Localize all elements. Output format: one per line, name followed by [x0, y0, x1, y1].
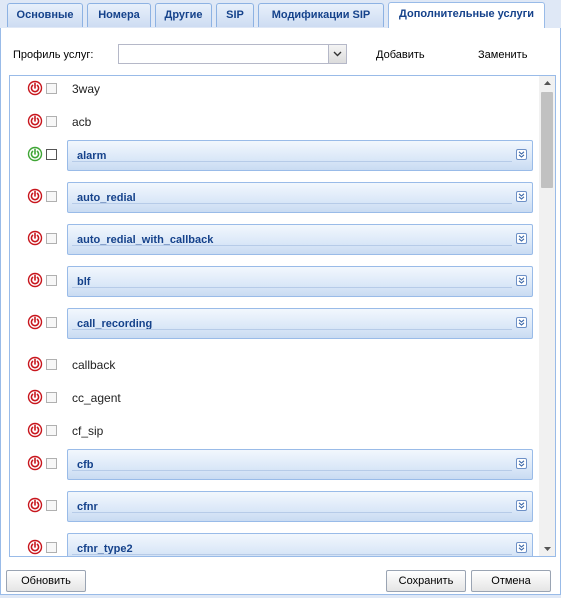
service-row-blf: blf [10, 266, 538, 312]
service-checkbox[interactable] [46, 116, 57, 127]
tab-strip: Основные Номера Другие SIP Модификации S… [0, 0, 561, 29]
power-icon[interactable] [27, 356, 43, 372]
replace-button[interactable]: Заменить [478, 49, 527, 61]
profile-toolbar: Профиль услуг: Добавить Заменить [1, 28, 560, 74]
service-group-header[interactable]: auto_redial [67, 182, 533, 213]
service-row-3way: 3way [10, 78, 538, 111]
profile-combo[interactable] [118, 44, 347, 64]
service-row-auto_redial_with_callback: auto_redial_with_callback [10, 224, 538, 270]
scroll-up-icon[interactable] [539, 76, 555, 90]
power-icon[interactable] [27, 539, 43, 555]
services-list: 3way acb alarm auto_redial auto_redial_with_… [9, 75, 556, 557]
group-divider [72, 287, 512, 288]
service-group-header[interactable]: cfb [67, 449, 533, 480]
service-group-header[interactable]: cfnr [67, 491, 533, 522]
refresh-button[interactable]: Обновить [6, 570, 86, 592]
group-divider [72, 203, 512, 204]
add-button[interactable]: Добавить [376, 49, 425, 61]
tab-basic[interactable]: Основные [7, 3, 83, 27]
expand-icon[interactable] [516, 458, 527, 469]
profile-label: Профиль услуг: [13, 49, 94, 61]
power-icon[interactable] [27, 230, 43, 246]
service-row-cfnr_type2: cfnr_type2 [10, 533, 538, 556]
service-label: cc_agent [72, 391, 121, 405]
service-checkbox[interactable] [46, 233, 57, 244]
tab-sip[interactable]: SIP [216, 3, 254, 27]
scroll-down-icon[interactable] [539, 542, 555, 556]
service-group-header[interactable]: cfnr_type2 [67, 533, 533, 556]
power-icon[interactable] [27, 272, 43, 288]
power-icon[interactable] [27, 188, 43, 204]
service-row-auto_redial: auto_redial [10, 182, 538, 228]
power-icon[interactable] [27, 455, 43, 471]
service-group-header[interactable]: call_recording [67, 308, 533, 339]
expand-icon[interactable] [516, 149, 527, 160]
service-checkbox[interactable] [46, 149, 57, 160]
tab-other[interactable]: Другие [155, 3, 212, 27]
power-icon[interactable] [27, 113, 43, 129]
service-checkbox[interactable] [46, 542, 57, 553]
group-divider [72, 245, 512, 246]
power-icon[interactable] [27, 146, 43, 162]
service-checkbox[interactable] [46, 275, 57, 286]
service-checkbox[interactable] [46, 425, 57, 436]
service-label: acb [72, 115, 92, 129]
service-checkbox[interactable] [46, 83, 57, 94]
service-checkbox[interactable] [46, 317, 57, 328]
service-row-callback: callback [10, 354, 538, 387]
service-group-header[interactable]: blf [67, 266, 533, 297]
cancel-button[interactable]: Отмена [471, 570, 551, 592]
save-button[interactable]: Сохранить [386, 570, 466, 592]
tab-numbers[interactable]: Номера [87, 3, 151, 27]
group-divider [72, 329, 512, 330]
service-checkbox[interactable] [46, 500, 57, 511]
power-icon[interactable] [27, 497, 43, 513]
service-row-cfnr: cfnr [10, 491, 538, 537]
services-panel: Профиль услуг: Добавить Заменить 3way acb… [0, 28, 561, 595]
expand-icon[interactable] [516, 317, 527, 328]
service-label: cf_sip [72, 424, 104, 438]
tab-sip-modifications[interactable]: Модификации SIP [258, 3, 384, 27]
group-divider [72, 512, 512, 513]
service-checkbox[interactable] [46, 458, 57, 469]
service-row-call_recording: call_recording [10, 308, 538, 354]
service-label: 3way [72, 82, 101, 96]
service-checkbox[interactable] [46, 359, 57, 370]
service-label: callback [72, 358, 116, 372]
vertical-scrollbar[interactable] [539, 76, 555, 556]
service-row-cfb: cfb [10, 449, 538, 495]
power-icon[interactable] [27, 389, 43, 405]
service-checkbox[interactable] [46, 191, 57, 202]
group-divider [72, 161, 512, 162]
power-icon[interactable] [27, 422, 43, 438]
expand-icon[interactable] [516, 500, 527, 511]
expand-icon[interactable] [516, 191, 527, 202]
service-group-header[interactable]: alarm [67, 140, 533, 171]
expand-icon[interactable] [516, 233, 527, 244]
scrollbar-thumb[interactable] [541, 92, 553, 188]
group-divider [72, 470, 512, 471]
power-icon[interactable] [27, 314, 43, 330]
service-group-header[interactable]: auto_redial_with_callback [67, 224, 533, 255]
service-row-alarm: alarm [10, 140, 538, 186]
expand-icon[interactable] [516, 275, 527, 286]
expand-icon[interactable] [516, 542, 527, 553]
tab-additional-services[interactable]: Дополнительные услуги [388, 2, 545, 28]
service-checkbox[interactable] [46, 392, 57, 403]
chevron-down-icon[interactable] [328, 45, 346, 63]
group-divider [72, 554, 512, 555]
service-row-cc_agent: cc_agent [10, 387, 538, 420]
power-icon[interactable] [27, 80, 43, 96]
